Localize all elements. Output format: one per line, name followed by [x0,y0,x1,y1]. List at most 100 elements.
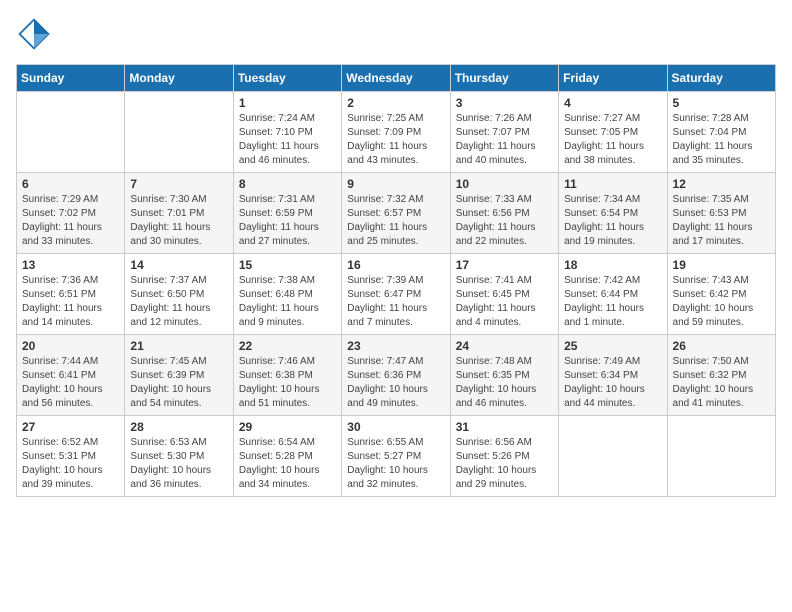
calendar-cell: 30 Sunrise: 6:55 AMSunset: 5:27 PMDayligh… [342,416,450,497]
day-info: Sunrise: 6:53 AMSunset: 5:30 PMDaylight:… [130,436,227,492]
day-number: 8 [239,177,336,191]
day-info: Sunrise: 7:32 AMSunset: 6:57 PMDaylight:… [347,193,444,249]
day-number: 20 [22,339,119,353]
day-info: Sunrise: 7:50 AMSunset: 6:32 PMDaylight:… [673,355,770,411]
calendar-table: SundayMondayTuesdayWednesdayThursdayFrid… [16,64,776,497]
weekday-header-friday: Friday [559,65,667,92]
day-info: Sunrise: 7:46 AMSunset: 6:38 PMDaylight:… [239,355,336,411]
day-info: Sunrise: 7:47 AMSunset: 6:36 PMDaylight:… [347,355,444,411]
calendar-cell: 13 Sunrise: 7:36 AMSunset: 6:51 PMDayligh… [17,254,125,335]
day-info: Sunrise: 7:49 AMSunset: 6:34 PMDaylight:… [564,355,661,411]
day-number: 17 [456,258,553,272]
calendar-cell: 23Sunrise: 7:47 AMSunset: 6:36 PMDayligh… [342,335,450,416]
day-number: 13 [22,258,119,272]
calendar-cell: 26 Sunrise: 7:50 AMSunset: 6:32 PMDayligh… [667,335,775,416]
calendar-cell: 18 Sunrise: 7:42 AMSunset: 6:44 PMDayligh… [559,254,667,335]
calendar-cell: 3 Sunrise: 7:26 AMSunset: 7:07 PMDaylight… [450,92,558,173]
day-number: 26 [673,339,770,353]
day-info: Sunrise: 7:33 AMSunset: 6:56 PMDaylight:… [456,193,553,249]
day-info: Sunrise: 7:29 AMSunset: 7:02 PMDaylight:… [22,193,119,249]
weekday-header-wednesday: Wednesday [342,65,450,92]
calendar-cell: 12Sunrise: 7:35 AMSunset: 6:53 PMDayligh… [667,173,775,254]
day-number: 2 [347,96,444,110]
calendar-cell: 8 Sunrise: 7:31 AMSunset: 6:59 PMDaylight… [233,173,341,254]
day-number: 29 [239,420,336,434]
weekday-header-monday: Monday [125,65,233,92]
calendar-cell: 4 Sunrise: 7:27 AMSunset: 7:05 PMDaylight… [559,92,667,173]
calendar-cell: 24 Sunrise: 7:48 AMSunset: 6:35 PMDayligh… [450,335,558,416]
weekday-header-saturday: Saturday [667,65,775,92]
day-number: 10 [456,177,553,191]
day-number: 5 [673,96,770,110]
day-info: Sunrise: 7:24 AMSunset: 7:10 PMDaylight:… [239,112,336,168]
day-info: Sunrise: 7:30 AMSunset: 7:01 PMDaylight:… [130,193,227,249]
day-info: Sunrise: 7:35 AMSunset: 6:53 PMDaylight:… [673,193,770,249]
day-info: Sunrise: 7:27 AMSunset: 7:05 PMDaylight:… [564,112,661,168]
day-number: 15 [239,258,336,272]
day-number: 9 [347,177,444,191]
calendar-cell: 5 Sunrise: 7:28 AMSunset: 7:04 PMDaylight… [667,92,775,173]
day-info: Sunrise: 7:43 AMSunset: 6:42 PMDaylight:… [673,274,770,330]
calendar-cell [667,416,775,497]
logo [16,16,56,52]
calendar-cell: 25Sunrise: 7:49 AMSunset: 6:34 PMDayligh… [559,335,667,416]
day-info: Sunrise: 7:42 AMSunset: 6:44 PMDaylight:… [564,274,661,330]
day-info: Sunrise: 7:26 AMSunset: 7:07 PMDaylight:… [456,112,553,168]
logo-icon [16,16,52,52]
calendar-cell: 19 Sunrise: 7:43 AMSunset: 6:42 PMDayligh… [667,254,775,335]
day-number: 24 [456,339,553,353]
day-info: Sunrise: 7:37 AMSunset: 6:50 PMDaylight:… [130,274,227,330]
day-number: 16 [347,258,444,272]
day-number: 22 [239,339,336,353]
day-number: 18 [564,258,661,272]
calendar-cell: 21 Sunrise: 7:45 AMSunset: 6:39 PMDayligh… [125,335,233,416]
weekday-header-thursday: Thursday [450,65,558,92]
day-number: 30 [347,420,444,434]
calendar-cell: 11 Sunrise: 7:34 AMSunset: 6:54 PMDayligh… [559,173,667,254]
day-info: Sunrise: 7:36 AMSunset: 6:51 PMDaylight:… [22,274,119,330]
calendar-cell: 16 Sunrise: 7:39 AMSunset: 6:47 PMDayligh… [342,254,450,335]
calendar-cell: 17Sunrise: 7:41 AMSunset: 6:45 PMDayligh… [450,254,558,335]
calendar-cell: 1 Sunrise: 7:24 AMSunset: 7:10 PMDaylight… [233,92,341,173]
calendar-cell: 10 Sunrise: 7:33 AMSunset: 6:56 PMDayligh… [450,173,558,254]
page-header [16,16,776,52]
day-info: Sunrise: 7:39 AMSunset: 6:47 PMDaylight:… [347,274,444,330]
day-number: 27 [22,420,119,434]
day-number: 28 [130,420,227,434]
day-info: Sunrise: 7:44 AMSunset: 6:41 PMDaylight:… [22,355,119,411]
day-info: Sunrise: 7:31 AMSunset: 6:59 PMDaylight:… [239,193,336,249]
day-number: 1 [239,96,336,110]
weekday-header-tuesday: Tuesday [233,65,341,92]
calendar-cell: 29 Sunrise: 6:54 AMSunset: 5:28 PMDayligh… [233,416,341,497]
day-info: Sunrise: 6:52 AMSunset: 5:31 PMDaylight:… [22,436,119,492]
day-info: Sunrise: 6:55 AMSunset: 5:27 PMDaylight:… [347,436,444,492]
day-info: Sunrise: 7:38 AMSunset: 6:48 PMDaylight:… [239,274,336,330]
day-number: 3 [456,96,553,110]
calendar-cell: 7 Sunrise: 7:30 AMSunset: 7:01 PMDaylight… [125,173,233,254]
day-number: 14 [130,258,227,272]
day-number: 11 [564,177,661,191]
calendar-cell [17,92,125,173]
day-info: Sunrise: 7:45 AMSunset: 6:39 PMDaylight:… [130,355,227,411]
calendar-cell: 20 Sunrise: 7:44 AMSunset: 6:41 PMDayligh… [17,335,125,416]
day-number: 4 [564,96,661,110]
calendar-cell: 31 Sunrise: 6:56 AMSunset: 5:26 PMDayligh… [450,416,558,497]
day-number: 21 [130,339,227,353]
day-number: 7 [130,177,227,191]
calendar-cell: 6Sunrise: 7:29 AMSunset: 7:02 PMDaylight… [17,173,125,254]
calendar-cell: 9 Sunrise: 7:32 AMSunset: 6:57 PMDaylight… [342,173,450,254]
calendar-cell: 27 Sunrise: 6:52 AMSunset: 5:31 PMDayligh… [17,416,125,497]
day-info: Sunrise: 7:25 AMSunset: 7:09 PMDaylight:… [347,112,444,168]
calendar-cell: 15 Sunrise: 7:38 AMSunset: 6:48 PMDayligh… [233,254,341,335]
day-info: Sunrise: 6:54 AMSunset: 5:28 PMDaylight:… [239,436,336,492]
day-info: Sunrise: 7:48 AMSunset: 6:35 PMDaylight:… [456,355,553,411]
day-info: Sunrise: 6:56 AMSunset: 5:26 PMDaylight:… [456,436,553,492]
calendar-cell: 2 Sunrise: 7:25 AMSunset: 7:09 PMDaylight… [342,92,450,173]
day-info: Sunrise: 7:28 AMSunset: 7:04 PMDaylight:… [673,112,770,168]
calendar-cell: 14 Sunrise: 7:37 AMSunset: 6:50 PMDayligh… [125,254,233,335]
day-info: Sunrise: 7:34 AMSunset: 6:54 PMDaylight:… [564,193,661,249]
calendar-cell: 22 Sunrise: 7:46 AMSunset: 6:38 PMDayligh… [233,335,341,416]
day-number: 31 [456,420,553,434]
calendar-cell [125,92,233,173]
day-number: 19 [673,258,770,272]
